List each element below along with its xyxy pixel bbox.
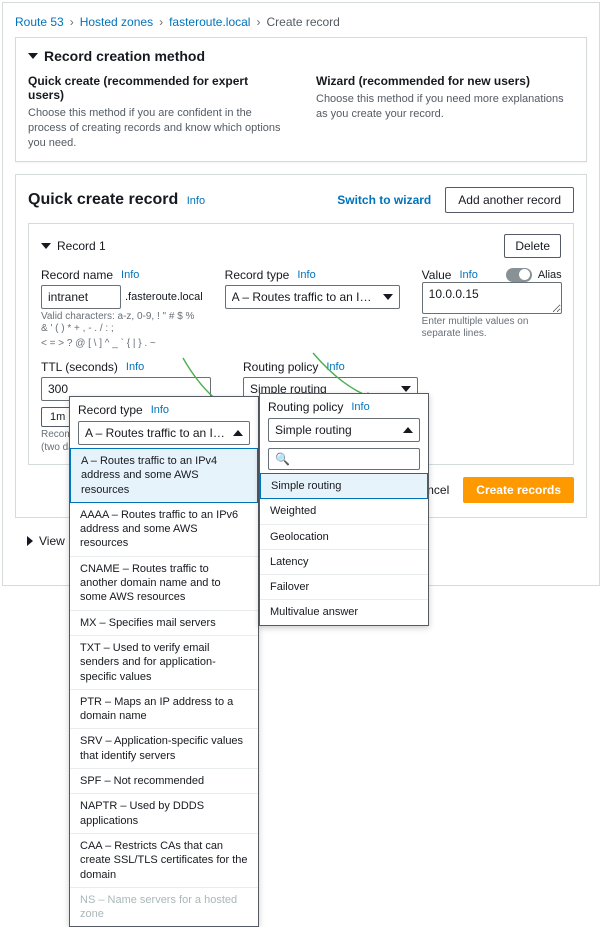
- breadcrumb-link-hosted-zones[interactable]: Hosted zones: [80, 15, 153, 29]
- record-type-option[interactable]: CAA – Restricts CAs that can create SSL/…: [70, 833, 258, 887]
- record-type-selected: A – Routes traffic to an IPv4 addre…: [232, 290, 383, 304]
- info-link[interactable]: Info: [187, 195, 205, 207]
- alias-label: Alias: [538, 269, 562, 281]
- method-wizard-card[interactable]: Wizard (recommended for new users) Choos…: [316, 74, 574, 151]
- routing-policy-option[interactable]: Failover: [260, 574, 428, 599]
- caret-up-icon: [403, 427, 413, 433]
- quick-create-title: Quick create record Info: [28, 191, 205, 209]
- record-type-dropdown: Record type Info A – Routes traffic to a…: [69, 396, 259, 927]
- view-existing-label: View: [39, 534, 65, 548]
- caret-down-icon: [383, 294, 393, 300]
- breadcrumb: Route 53 › Hosted zones › fasteroute.loc…: [15, 13, 587, 37]
- value-label-text: Value: [422, 268, 452, 282]
- record-name-hint-2: < = > ? @ [ \ ] ^ _ ` { | } . ~: [41, 338, 203, 351]
- create-records-button[interactable]: Create records: [463, 477, 574, 503]
- value-label: Value Info: [422, 268, 478, 282]
- record-type-option[interactable]: SRV – Application-specific values that i…: [70, 728, 258, 768]
- caret-down-icon: [41, 243, 51, 249]
- method-wizard-heading: Wizard (recommended for new users): [316, 74, 574, 88]
- info-link[interactable]: Info: [297, 269, 315, 281]
- record-type-dropdown-label-text: Record type: [78, 403, 143, 417]
- record-name-input[interactable]: [41, 285, 121, 309]
- record-type-option[interactable]: A – Routes traffic to an IPv4 address an…: [70, 448, 258, 503]
- record-type-select[interactable]: A – Routes traffic to an IPv4 addre…: [225, 285, 400, 309]
- caret-down-icon: [28, 53, 38, 59]
- breadcrumb-link-route53[interactable]: Route 53: [15, 15, 64, 29]
- info-link[interactable]: Info: [121, 269, 139, 281]
- record-type-label-text: Record type: [225, 268, 290, 282]
- record-type-dropdown-label: Record type Info: [70, 397, 258, 419]
- ttl-label-text: TTL (seconds): [41, 360, 118, 374]
- alias-toggle[interactable]: [506, 268, 532, 282]
- routing-policy-option[interactable]: Latency: [260, 549, 428, 574]
- method-quick-create-card[interactable]: Quick create (recommended for expert use…: [28, 74, 286, 151]
- method-quick-heading: Quick create (recommended for expert use…: [28, 74, 286, 102]
- routing-policy-label: Routing policy Info: [243, 360, 418, 374]
- record-name-label-text: Record name: [41, 268, 113, 282]
- record-1-toggle[interactable]: Record 1: [41, 239, 106, 253]
- caret-right-icon: [27, 536, 33, 546]
- record-type-option[interactable]: TXT – Used to verify email senders and f…: [70, 635, 258, 689]
- record-type-option-disabled: NS – Name servers for a hosted zone: [70, 887, 258, 927]
- record-type-dropdown-trigger[interactable]: A – Routes traffic to an IPv4 addre…: [78, 421, 250, 445]
- page-root: Route 53 › Hosted zones › fasteroute.loc…: [2, 2, 600, 586]
- caret-down-icon: [401, 386, 411, 392]
- record-type-options-list: A – Routes traffic to an IPv4 address an…: [70, 448, 258, 926]
- info-link[interactable]: Info: [126, 361, 144, 373]
- method-wizard-desc: Choose this method if you need more expl…: [316, 92, 574, 122]
- domain-suffix: .fasteroute.local: [125, 291, 203, 303]
- record-type-option[interactable]: CNAME – Routes traffic to another domain…: [70, 556, 258, 610]
- record-type-option[interactable]: NAPTR – Used by DDDS applications: [70, 793, 258, 833]
- info-link[interactable]: Info: [459, 269, 477, 281]
- chevron-right-icon: ›: [256, 15, 260, 29]
- breadcrumb-current: Create record: [266, 15, 339, 29]
- routing-policy-dropdown-label-text: Routing policy: [268, 400, 343, 414]
- method-quick-desc: Choose this method if you are confident …: [28, 106, 286, 151]
- routing-policy-option[interactable]: Weighted: [260, 498, 428, 523]
- creation-method-toggle[interactable]: Record creation method: [28, 48, 574, 64]
- routing-policy-option[interactable]: Multivalue answer: [260, 599, 428, 624]
- caret-up-icon: [233, 430, 243, 436]
- chevron-right-icon: ›: [159, 15, 163, 29]
- record-type-option[interactable]: SPF – Not recommended: [70, 768, 258, 793]
- add-another-record-button[interactable]: Add another record: [445, 187, 574, 213]
- record-name-label: Record name Info: [41, 268, 203, 282]
- routing-policy-option[interactable]: Geolocation: [260, 524, 428, 549]
- routing-policy-options-list: Simple routing Weighted Geolocation Late…: [260, 473, 428, 625]
- record-1-title: Record 1: [57, 239, 106, 253]
- value-hint: Enter multiple values on separate lines.: [422, 316, 562, 341]
- value-textarea[interactable]: 10.0.0.15: [422, 282, 562, 314]
- ttl-label: TTL (seconds) Info: [41, 360, 221, 374]
- routing-policy-dropdown-label: Routing policy Info: [260, 394, 428, 416]
- switch-to-wizard-link[interactable]: Switch to wizard: [337, 193, 431, 207]
- record-type-option[interactable]: AAAA – Routes traffic to an IPv6 address…: [70, 502, 258, 556]
- record-name-hint: Valid characters: a-z, 0-9, ! " # $ % & …: [41, 311, 203, 336]
- creation-method-title: Record creation method: [44, 48, 205, 64]
- breadcrumb-link-zone[interactable]: fasteroute.local: [169, 15, 250, 29]
- quick-create-title-text: Quick create record: [28, 191, 178, 208]
- record-type-option[interactable]: MX – Specifies mail servers: [70, 610, 258, 635]
- info-link[interactable]: Info: [351, 401, 369, 413]
- creation-method-panel: Record creation method Quick create (rec…: [15, 37, 587, 162]
- routing-policy-option[interactable]: Simple routing: [260, 473, 428, 499]
- routing-policy-label-text: Routing policy: [243, 360, 318, 374]
- delete-record-button[interactable]: Delete: [504, 234, 561, 258]
- record-type-dropdown-selected: A – Routes traffic to an IPv4 addre…: [85, 426, 233, 440]
- routing-policy-search[interactable]: 🔍: [268, 448, 420, 470]
- info-link[interactable]: Info: [326, 361, 344, 373]
- routing-policy-dropdown-selected: Simple routing: [275, 423, 356, 437]
- routing-policy-dropdown-trigger[interactable]: Simple routing: [268, 418, 420, 442]
- chevron-right-icon: ›: [70, 15, 74, 29]
- search-icon: 🔍: [275, 452, 290, 466]
- routing-policy-dropdown: Routing policy Info Simple routing 🔍 Sim…: [259, 393, 429, 626]
- info-link[interactable]: Info: [151, 404, 169, 416]
- record-type-option[interactable]: PTR – Maps an IP address to a domain nam…: [70, 689, 258, 729]
- record-type-label: Record type Info: [225, 268, 400, 282]
